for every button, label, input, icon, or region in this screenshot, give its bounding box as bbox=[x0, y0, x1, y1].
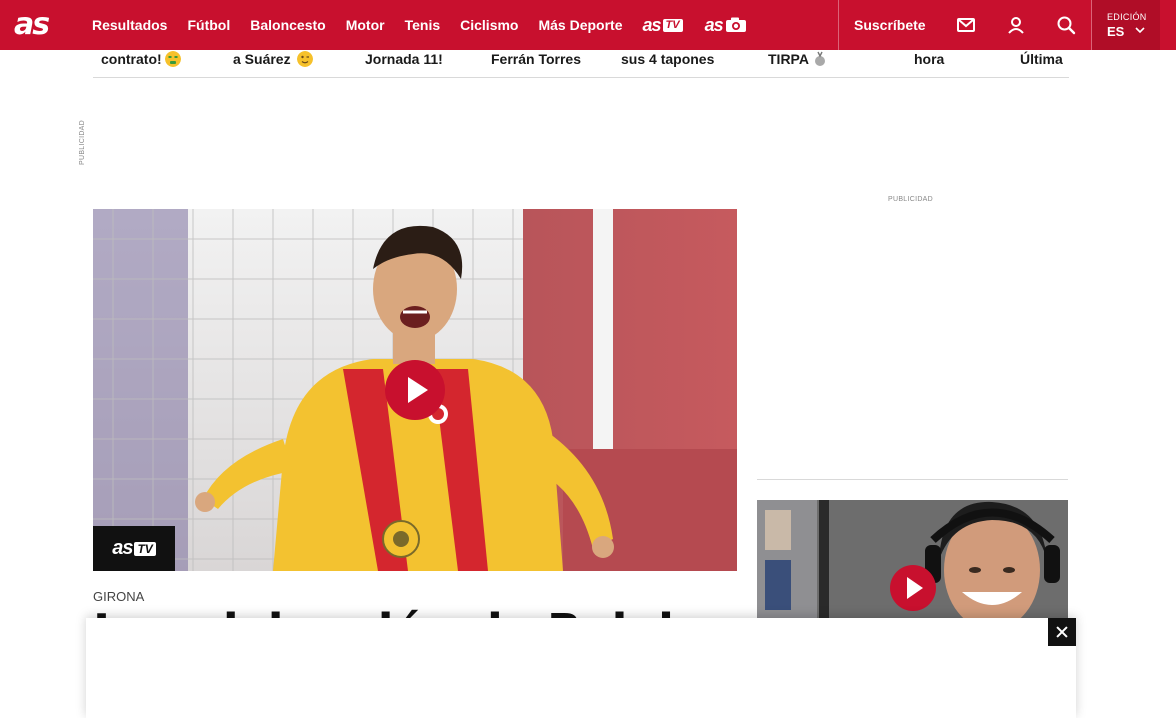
money-mouth-face-icon bbox=[164, 51, 181, 67]
tv-badge: TV bbox=[134, 541, 156, 556]
tv-badge: TV bbox=[662, 18, 683, 32]
winking-face-icon bbox=[297, 51, 314, 67]
trending-item[interactable]: a Suárez bbox=[233, 51, 314, 67]
as-photo-logo-text: as bbox=[704, 14, 724, 35]
user-icon[interactable] bbox=[1006, 15, 1026, 35]
trending-item[interactable]: contrato! bbox=[101, 51, 181, 67]
nav-ciclismo[interactable]: Ciclismo bbox=[460, 17, 518, 33]
trending-item-label: a Suárez bbox=[233, 51, 291, 67]
mail-icon[interactable] bbox=[956, 15, 976, 35]
subscribe-link[interactable]: Suscríbete bbox=[854, 0, 926, 50]
nav-futbol[interactable]: Fútbol bbox=[187, 17, 230, 33]
trending-item-label: contrato! bbox=[101, 51, 162, 67]
search-icon[interactable] bbox=[1056, 15, 1076, 35]
nav-baloncesto[interactable]: Baloncesto bbox=[250, 17, 325, 33]
as-tv-logo-text: as bbox=[642, 14, 662, 35]
sidebar-video-player[interactable] bbox=[757, 500, 1068, 618]
as-photo-link[interactable]: as bbox=[705, 15, 747, 36]
trending-item[interactable]: TIRPA bbox=[768, 51, 828, 67]
trending-item[interactable]: Jornada 11! bbox=[365, 51, 443, 67]
trending-item[interactable]: Ferrán Torres bbox=[491, 51, 581, 67]
trending-item[interactable]: sus 4 tapones bbox=[621, 51, 714, 67]
ad-label-vertical: PUBLICIDAD bbox=[79, 119, 87, 166]
header-divider bbox=[838, 0, 839, 50]
nav-tenis[interactable]: Tenis bbox=[405, 17, 441, 33]
play-button[interactable] bbox=[385, 360, 445, 420]
edition-label: EDICIÓN bbox=[1107, 12, 1147, 22]
edition-value: ES bbox=[1107, 24, 1125, 39]
as-tv-link[interactable]: as TV bbox=[643, 15, 683, 36]
camera-icon bbox=[725, 17, 746, 32]
trending-item[interactable]: Última bbox=[1020, 51, 1063, 67]
play-button[interactable] bbox=[890, 565, 936, 611]
chevron-down-icon bbox=[1135, 27, 1145, 34]
sidebar-divider bbox=[757, 479, 1068, 480]
close-icon[interactable] bbox=[1048, 618, 1076, 646]
as-tv-video-badge: as TV bbox=[93, 526, 175, 571]
edition-selector[interactable]: EDICIÓN ES bbox=[1092, 0, 1160, 50]
medal-icon bbox=[814, 51, 825, 66]
nav-motor[interactable]: Motor bbox=[346, 17, 385, 33]
trending-item[interactable]: hora bbox=[914, 51, 944, 67]
nav-mas-deporte[interactable]: Más Deporte bbox=[538, 17, 622, 33]
sticky-bottom-ad bbox=[86, 618, 1076, 718]
top-navigation-bar: as Resultados Fútbol Baloncesto Motor Te… bbox=[0, 0, 1176, 50]
trending-topics-strip: contrato! a Suárez Jornada 11! Ferrán To… bbox=[93, 50, 1069, 78]
trending-item-label: TIRPA bbox=[768, 51, 809, 67]
section-tag[interactable]: GIRONA bbox=[93, 589, 144, 604]
ad-label-sidebar: PUBLICIDAD bbox=[888, 196, 934, 203]
as-logo[interactable]: as bbox=[14, 6, 50, 44]
main-video-player[interactable]: as TV bbox=[93, 209, 737, 571]
nav-resultados[interactable]: Resultados bbox=[92, 17, 167, 33]
main-nav: Resultados Fútbol Baloncesto Motor Tenis… bbox=[92, 0, 769, 50]
as-tv-badge-text: as bbox=[112, 537, 133, 559]
